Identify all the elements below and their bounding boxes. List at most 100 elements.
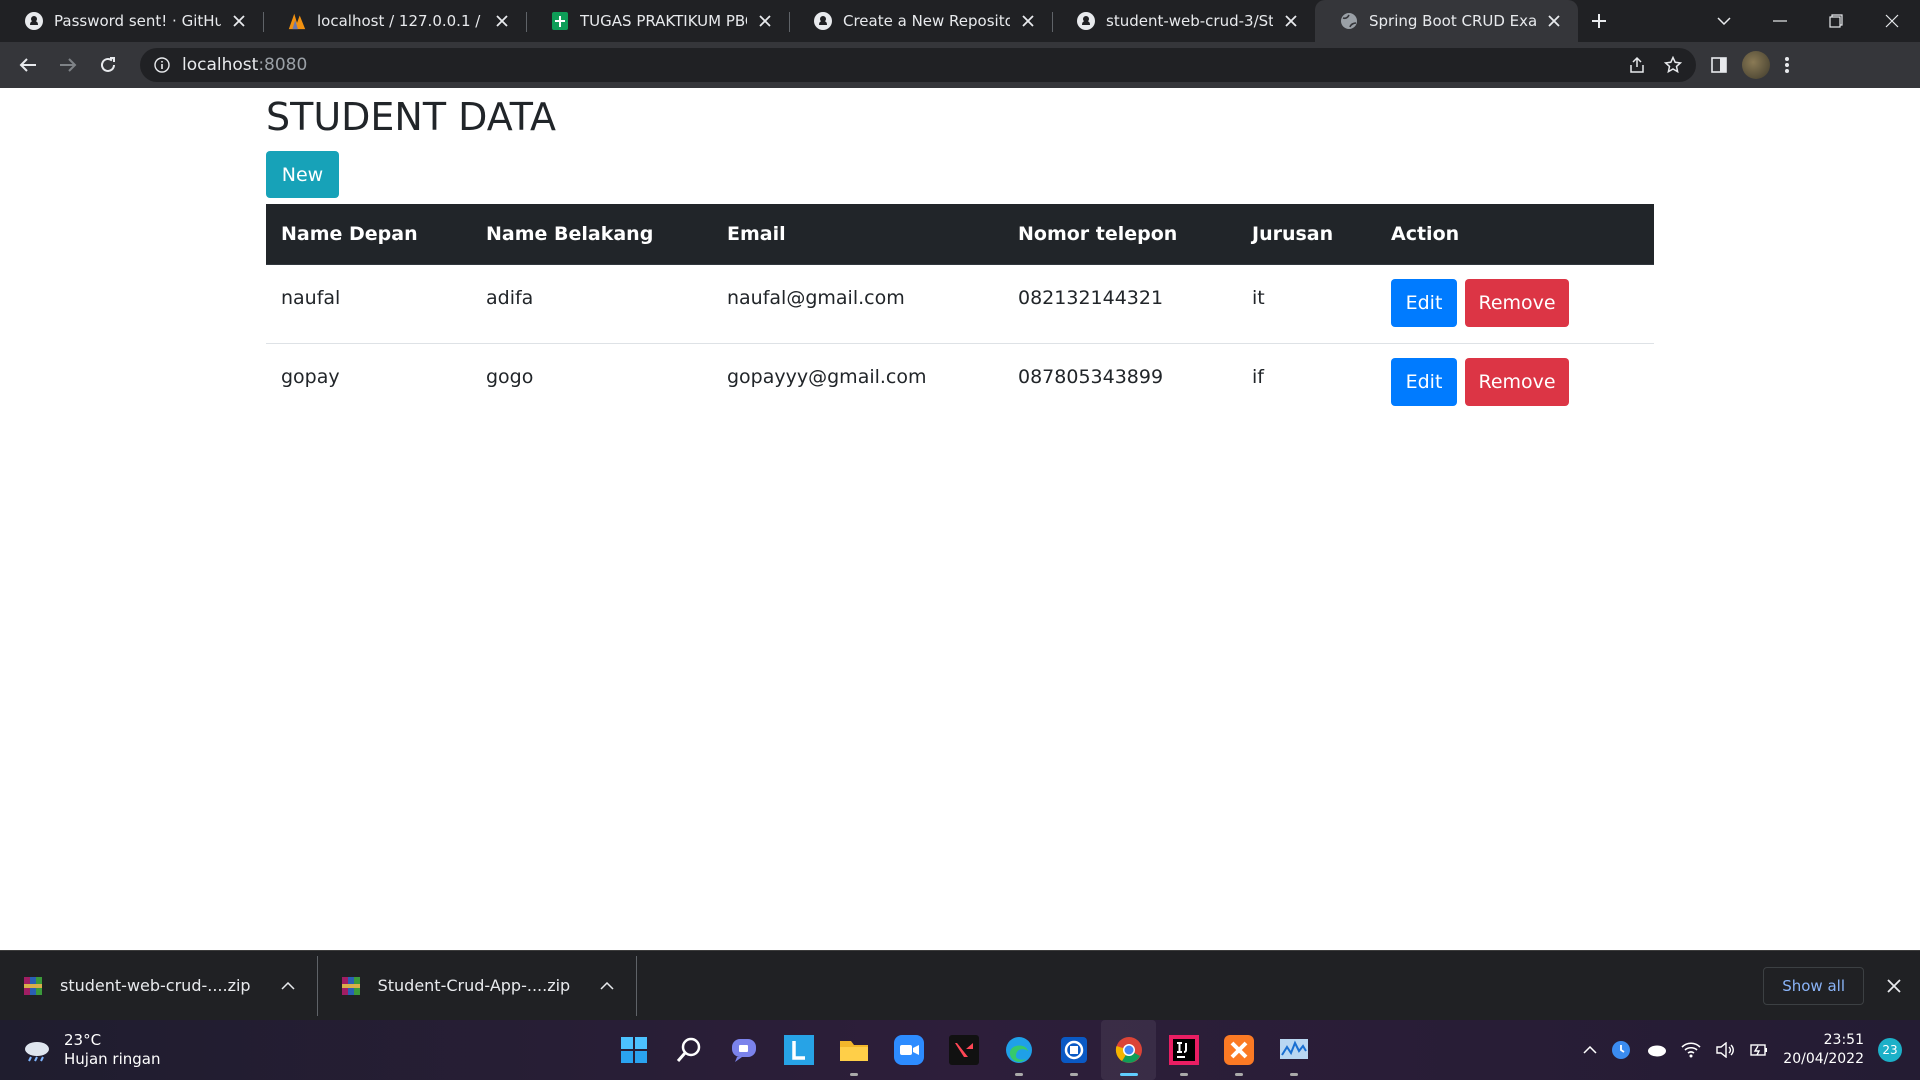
restore-button[interactable] [1808,0,1864,42]
profile-avatar[interactable] [1742,51,1770,79]
download-item[interactable]: Student-Crud-App-....zip [318,955,638,1016]
show-all-downloads-button[interactable]: Show all [1763,966,1864,1005]
share-icon[interactable] [1628,56,1646,74]
edit-button[interactable]: Edit [1391,278,1457,327]
tab-phpmyadmin[interactable]: localhost / 127.0.0.1 / stude [263,0,526,42]
close-icon [1887,978,1901,993]
cell-major: it [1237,264,1376,344]
more-menu-icon[interactable] [1784,56,1790,74]
github-icon [813,11,833,31]
cell-phone: 082132144321 [1003,264,1237,344]
table-row: naufal adifa naufal@gmail.com 0821321443… [266,264,1654,344]
system-tray: 23:51 20/04/2022 23 [1583,1020,1902,1080]
chevron-up-icon[interactable] [1583,1046,1597,1054]
close-tab-icon[interactable] [492,11,512,31]
taskbar-chrome-browser[interactable] [1101,1020,1156,1080]
close-icon [1885,14,1899,28]
arrow-right-icon [60,58,77,72]
notification-badge[interactable]: 23 [1878,1038,1902,1062]
close-downloads-button[interactable] [1878,970,1910,1002]
info-icon[interactable] [154,57,170,73]
column-header-email: Email [712,204,1003,265]
clock-date: 20/04/2022 [1783,1051,1864,1067]
cell-actions: Edit Remove [1376,343,1654,422]
star-icon[interactable] [1664,56,1682,74]
taskbar-xampp-app[interactable] [1211,1020,1266,1080]
tab-title: TUGAS PRAKTIKUM PBO U [580,12,747,30]
wifi-icon[interactable] [1681,1042,1701,1058]
downloads-bar: student-web-crud-....zip Student-Crud-Ap… [0,950,1920,1020]
taskbar-file-explorer[interactable] [826,1020,881,1080]
running-indicator [1289,1073,1298,1076]
url-host: localhost [182,55,259,75]
intellij-icon [1168,1035,1199,1065]
onedrive-cloud-icon[interactable] [1645,1043,1667,1057]
close-tab-icon[interactable] [229,11,249,31]
clock-app-icon[interactable] [1611,1040,1631,1060]
taskbar-edge-browser[interactable] [991,1020,1046,1080]
side-panel-icon[interactable] [1710,56,1728,74]
download-filename: student-web-crud-....zip [60,976,251,995]
new-student-button[interactable]: New [266,151,339,198]
taskbar-chat-app[interactable] [716,1020,771,1080]
cell-first-name: gopay [281,365,340,388]
edit-button[interactable]: Edit [1391,357,1457,406]
page-title: STUDENT DATA [266,95,557,139]
close-window-button[interactable] [1864,0,1920,42]
forward-button[interactable] [50,47,86,83]
tab-spring-boot-crud[interactable]: Spring Boot CRUD Example [1315,0,1578,42]
cell-last-name: adifa [471,264,712,344]
tab-search-button[interactable] [1696,0,1752,42]
search-icon [676,1037,700,1062]
taskbar-l-app[interactable] [771,1020,826,1080]
table-row: gopay gogo gopayyy@gmail.com 08780534389… [266,343,1654,422]
address-bar[interactable]: localhost:8080 [140,48,1696,82]
close-tab-icon[interactable] [1281,11,1301,31]
chevron-down-icon [1717,17,1731,25]
remove-button[interactable]: Remove [1465,357,1570,406]
column-header-action: Action [1376,204,1654,265]
back-button[interactable] [10,47,46,83]
new-tab-button[interactable] [1578,0,1620,42]
tab-tugas-praktikum[interactable]: TUGAS PRAKTIKUM PBO U [526,0,789,42]
minimize-button[interactable] [1752,0,1808,42]
reload-button[interactable] [90,47,126,83]
speaker-icon[interactable] [1715,1042,1735,1058]
column-header-major: Jurusan [1237,204,1376,265]
weather-description: Hujan ringan [64,1050,161,1068]
chevron-up-icon[interactable] [600,981,614,990]
browser-tab-strip: Password sent! · GitHub localhost / 127.… [0,0,1920,42]
running-indicator [1069,1073,1078,1076]
zoom-icon [893,1035,924,1065]
remote-desktop-icon [1060,1037,1087,1063]
cell-email: gopayyy@gmail.com [727,365,927,388]
taskbar-zoom-app[interactable] [881,1020,936,1080]
taskbar-remote-app[interactable] [1046,1020,1101,1080]
taskbar-monitor-app[interactable] [1266,1020,1321,1080]
system-clock[interactable]: 23:51 20/04/2022 [1783,1031,1864,1069]
tab-create-repository[interactable]: Create a New Repository [789,0,1052,42]
remove-button[interactable]: Remove [1465,278,1570,327]
taskbar-valorant-app[interactable] [936,1020,991,1080]
chevron-up-icon[interactable] [281,981,295,990]
download-item[interactable]: student-web-crud-....zip [0,955,318,1016]
clock-time: 23:51 [1823,1032,1864,1048]
close-tab-icon[interactable] [1018,11,1038,31]
column-header-phone: Nomor telepon [1003,204,1237,265]
tab-title: Spring Boot CRUD Example [1369,12,1536,30]
tab-student-web-crud[interactable]: student-web-crud-3/Studer [1052,0,1315,42]
battery-charging-icon[interactable] [1749,1042,1769,1058]
cell-major: if [1252,365,1264,388]
taskbar-intellij-app[interactable] [1156,1020,1211,1080]
running-indicator [1119,1073,1138,1076]
tab-title: Password sent! · GitHub [54,12,221,30]
close-tab-icon[interactable] [1544,11,1564,31]
running-indicator [1014,1073,1023,1076]
weather-widget[interactable]: 23°C Hujan ringan [22,1031,160,1069]
running-indicator [1234,1073,1243,1076]
close-tab-icon[interactable] [755,11,775,31]
start-button[interactable] [606,1020,661,1080]
taskbar-search-button[interactable] [661,1020,716,1080]
tab-password-sent[interactable]: Password sent! · GitHub [0,0,263,42]
github-icon [1076,11,1096,31]
